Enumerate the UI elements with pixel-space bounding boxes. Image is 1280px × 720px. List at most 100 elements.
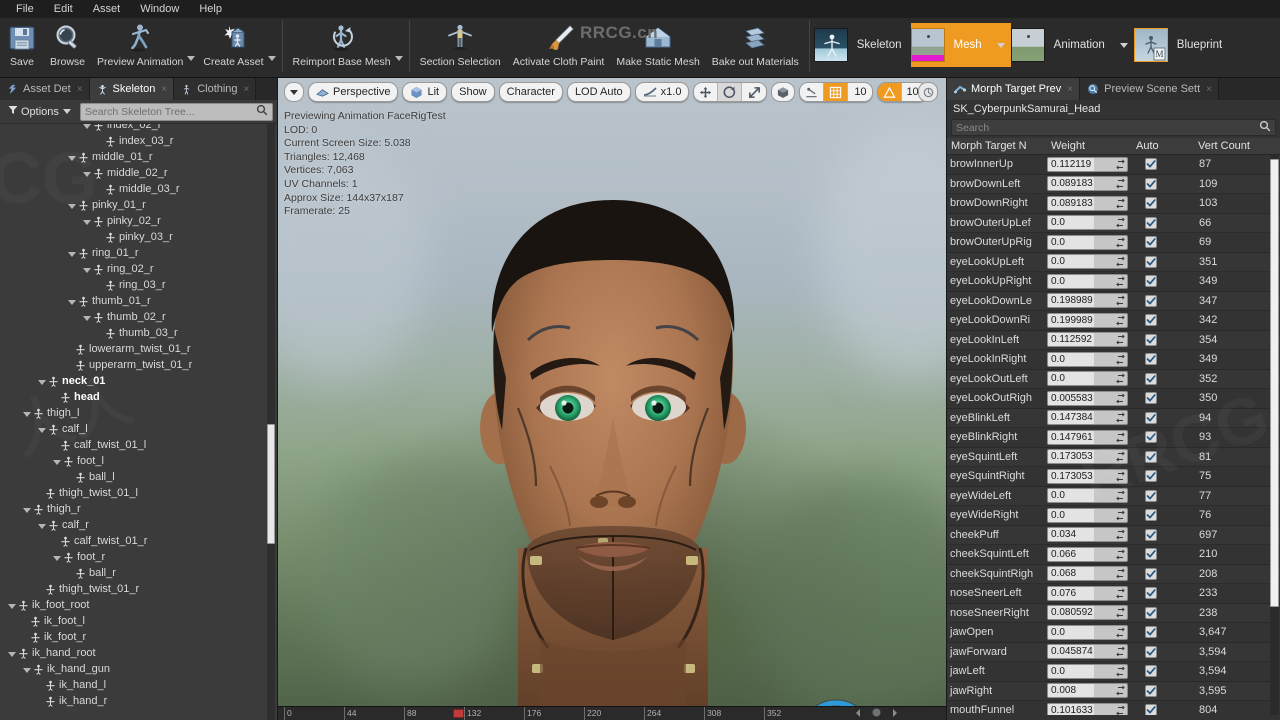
tree-expander-icon[interactable] (8, 652, 16, 657)
spinner-arrows-icon[interactable] (1116, 373, 1125, 386)
preview-animation-button[interactable]: Preview Animation (91, 18, 189, 76)
weight-spinbox[interactable]: 0.089183 (1047, 196, 1128, 211)
viewport-playback-speed-button[interactable]: x1.0 (635, 82, 690, 102)
morph-target-search-box[interactable] (951, 119, 1276, 136)
auto-checkbox[interactable] (1145, 548, 1157, 560)
auto-checkbox[interactable] (1145, 587, 1157, 599)
tree-row-calf_twist_01_r[interactable]: calf_twist_01_r (0, 533, 277, 549)
animation-dropdown-caret[interactable] (1120, 43, 1128, 48)
spinner-arrows-icon[interactable] (1116, 198, 1125, 211)
create-asset-dropdown-caret[interactable] (268, 56, 276, 61)
tree-row-middle_03_r[interactable]: middle_03_r (0, 181, 277, 197)
weight-spinbox[interactable]: 0.068 (1047, 566, 1128, 581)
weight-spinbox[interactable]: 0.0 (1047, 254, 1128, 269)
scale-gizmo-button[interactable] (742, 82, 766, 102)
morph-target-row[interactable]: eyeBlinkLeft0.14738494 (947, 409, 1280, 429)
tab-asset-details[interactable]: Asset Det × (0, 78, 90, 100)
morph-target-row[interactable]: browDownRight0.089183103 (947, 194, 1280, 214)
weight-spinbox[interactable]: 0.101633 (1047, 703, 1128, 715)
spinner-arrows-icon[interactable] (1116, 666, 1125, 679)
auto-checkbox[interactable] (1145, 685, 1157, 697)
auto-checkbox[interactable] (1145, 236, 1157, 248)
tree-row-ik_hand_l[interactable]: ik_hand_l (0, 677, 277, 693)
tree-row-ball_r[interactable]: ball_r (0, 565, 277, 581)
morph-target-row[interactable]: cheekSquintRigh0.068208 (947, 565, 1280, 585)
spinner-arrows-icon[interactable] (1116, 354, 1125, 367)
spinner-arrows-icon[interactable] (1116, 490, 1125, 503)
spinner-arrows-icon[interactable] (1116, 159, 1125, 172)
weight-spinbox[interactable]: 0.066 (1047, 547, 1128, 562)
weight-spinbox[interactable]: 0.112592 (1047, 332, 1128, 347)
menu-item-file[interactable]: File (6, 1, 44, 17)
tree-row-ring_03_r[interactable]: ring_03_r (0, 277, 277, 293)
browse-button[interactable]: Browse (44, 18, 91, 76)
timeline-tick[interactable]: 264 (644, 707, 661, 720)
timeline-tick[interactable]: 352 (764, 707, 781, 720)
tree-row-foot_l[interactable]: foot_l (0, 453, 277, 469)
tree-scrollbar-thumb[interactable] (267, 424, 275, 544)
section-selection-button[interactable]: Section Selection (414, 18, 507, 76)
morph-target-row[interactable]: noseSneerLeft0.076233 (947, 584, 1280, 604)
menu-item-help[interactable]: Help (189, 1, 232, 17)
column-header-name[interactable]: Morph Target N (947, 140, 1047, 152)
auto-checkbox[interactable] (1145, 158, 1157, 170)
menu-item-asset[interactable]: Asset (83, 1, 131, 17)
morph-target-row[interactable]: browOuterUpRig0.069 (947, 233, 1280, 253)
weight-spinbox[interactable]: 0.198989 (1047, 293, 1128, 308)
morph-target-row[interactable]: eyeLookInRight0.0349 (947, 350, 1280, 370)
spinner-arrows-icon[interactable] (1116, 432, 1125, 445)
make-static-mesh-button[interactable]: Make Static Mesh (610, 18, 705, 76)
tab-close-asset-details[interactable]: × (77, 84, 83, 95)
tree-row-upperarm_twist_01_r[interactable]: upperarm_twist_01_r (0, 357, 277, 373)
auto-checkbox[interactable] (1145, 197, 1157, 209)
translate-gizmo-button[interactable] (694, 82, 718, 102)
tree-expander-icon[interactable] (8, 604, 16, 609)
spinner-arrows-icon[interactable] (1116, 471, 1125, 484)
tab-preview-scene-settings[interactable]: Preview Scene Sett × (1080, 78, 1219, 100)
tree-row-calf_r[interactable]: calf_r (0, 517, 277, 533)
auto-checkbox[interactable] (1145, 470, 1157, 482)
morph-target-row[interactable]: eyeLookOutRigh0.005583350 (947, 389, 1280, 409)
tree-row-neck_01[interactable]: neck_01 (0, 373, 277, 389)
viewport[interactable]: Perspective Lit Show Character LOD Auto (278, 78, 946, 720)
morph-target-row[interactable]: eyeLookDownLe0.198989347 (947, 292, 1280, 312)
spinner-arrows-icon[interactable] (1116, 315, 1125, 328)
morph-target-row[interactable]: eyeLookUpRight0.0349 (947, 272, 1280, 292)
weight-spinbox[interactable]: 0.045874 (1047, 644, 1128, 659)
tree-row-ik_foot_root[interactable]: ik_foot_root (0, 597, 277, 613)
morph-target-row[interactable]: jawForward0.0458743,594 (947, 643, 1280, 663)
morph-list-scrollbar-thumb[interactable] (1270, 159, 1279, 607)
tree-row-middle_02_r[interactable]: middle_02_r (0, 165, 277, 181)
auto-checkbox[interactable] (1145, 353, 1157, 365)
weight-spinbox[interactable]: 0.0 (1047, 274, 1128, 289)
auto-checkbox[interactable] (1145, 431, 1157, 443)
weight-spinbox[interactable]: 0.0 (1047, 235, 1128, 250)
spinner-arrows-icon[interactable] (1116, 549, 1125, 562)
column-header-weight[interactable]: Weight (1047, 140, 1132, 152)
tree-row-pinky_01_r[interactable]: pinky_01_r (0, 197, 277, 213)
timeline-tick[interactable]: 0 (284, 707, 292, 720)
timeline-tick[interactable]: 132 (464, 707, 481, 720)
weight-spinbox[interactable]: 0.008 (1047, 683, 1128, 698)
spinner-arrows-icon[interactable] (1116, 568, 1125, 581)
mode-button-blueprint[interactable]: M Blueprint (1134, 23, 1231, 67)
auto-checkbox[interactable] (1145, 334, 1157, 346)
tree-row-thumb_03_r[interactable]: thumb_03_r (0, 325, 277, 341)
viewport-lit-button[interactable]: Lit (402, 82, 447, 102)
viewport-perspective-button[interactable]: Perspective (308, 82, 398, 102)
morph-target-search-input[interactable] (956, 122, 1259, 134)
auto-checkbox[interactable] (1145, 373, 1157, 385)
tree-row-thigh_twist_01_r[interactable]: thigh_twist_01_r (0, 581, 277, 597)
morph-target-row[interactable]: eyeLookInLeft0.112592354 (947, 331, 1280, 351)
auto-checkbox[interactable] (1145, 607, 1157, 619)
morph-target-row[interactable]: eyeLookUpLeft0.0351 (947, 253, 1280, 273)
reimport-base-mesh-button[interactable]: Reimport Base Mesh (287, 18, 397, 76)
weight-spinbox[interactable]: 0.0 (1047, 625, 1128, 640)
tree-row-thigh_twist_01_l[interactable]: thigh_twist_01_l (0, 485, 277, 501)
morph-target-row[interactable]: cheekSquintLeft0.066210 (947, 545, 1280, 565)
tree-row-foot_r[interactable]: foot_r (0, 549, 277, 565)
auto-checkbox[interactable] (1145, 646, 1157, 658)
tree-expander-icon[interactable] (38, 380, 46, 385)
auto-checkbox[interactable] (1145, 665, 1157, 677)
grid-snap-value[interactable]: 10 (848, 82, 872, 102)
